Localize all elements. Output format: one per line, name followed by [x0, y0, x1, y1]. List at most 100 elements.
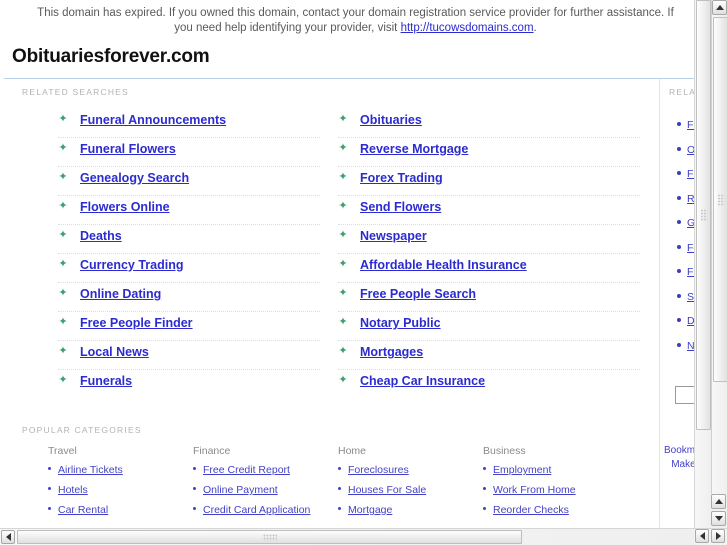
horizontal-scrollbar[interactable] — [0, 528, 727, 545]
related-search-row[interactable]: ✦ Free People Finder — [58, 312, 320, 341]
star-bullet-icon: ✦ — [58, 200, 68, 212]
related-search-link[interactable]: Reverse Mortgage — [360, 142, 468, 156]
related-search-link[interactable]: Cheap Car Insurance — [360, 374, 485, 388]
related-search-link[interactable]: Funeral Announcements — [80, 113, 226, 127]
related-search-row[interactable]: ✦ Free People Search — [338, 283, 640, 312]
related-search-row[interactable]: ✦ Forex Trading — [338, 167, 640, 196]
related-search-link[interactable]: Flowers Online — [80, 200, 170, 214]
related-search-link[interactable]: Forex Trading — [360, 171, 443, 185]
inner-frame-vertical-scrollbar[interactable] — [694, 0, 711, 528]
scroll-up-button-2[interactable] — [711, 494, 726, 509]
star-bullet-icon: ✦ — [338, 374, 348, 386]
related-search-link[interactable]: Online Dating — [80, 287, 161, 301]
related-search-link[interactable]: Mortgages — [360, 345, 423, 359]
related-search-link[interactable]: Genealogy Search — [80, 171, 189, 185]
scroll-right-button[interactable] — [711, 529, 725, 543]
star-bullet-icon: ✦ — [58, 171, 68, 183]
related-search-link[interactable]: Obituaries — [360, 113, 422, 127]
bullet-icon — [483, 507, 486, 510]
related-search-link[interactable]: Newspaper — [360, 229, 427, 243]
category-link[interactable]: Free Credit Report — [203, 464, 290, 476]
related-search-link[interactable]: Currency Trading — [80, 258, 184, 272]
related-search-link[interactable]: Send Flowers — [360, 200, 441, 214]
related-search-link[interactable]: Free People Search — [360, 287, 476, 301]
scroll-left-button[interactable] — [1, 530, 15, 544]
related-search-row[interactable]: ✦ Send Flowers — [338, 196, 640, 225]
related-search-row[interactable]: ✦ Affordable Health Insurance — [338, 254, 640, 283]
category-link[interactable]: Work From Home — [493, 484, 576, 496]
notice-text-before: This domain has expired. If you owned th… — [37, 7, 674, 34]
related-search-row[interactable]: ✦ Notary Public — [338, 312, 640, 341]
category-link[interactable]: Car Rental — [58, 504, 108, 516]
list-item[interactable]: Reorder Checks — [483, 501, 628, 521]
star-bullet-icon: ✦ — [338, 142, 348, 154]
related-search-row[interactable]: ✦ Genealogy Search — [58, 167, 320, 196]
category-link[interactable]: Foreclosures — [348, 464, 409, 476]
related-search-row[interactable]: ✦ Funeral Flowers — [58, 138, 320, 167]
list-item[interactable]: Credit Card Application — [193, 501, 338, 521]
bullet-icon — [677, 244, 681, 249]
related-searches-columns: ✦ Funeral Announcements ✦ Funeral Flowers … — [0, 97, 659, 399]
bullet-icon — [48, 507, 51, 510]
related-search-link[interactable]: Local News — [80, 345, 149, 359]
star-bullet-icon: ✦ — [338, 200, 348, 212]
chevron-up-icon — [714, 499, 723, 504]
tucows-domains-link[interactable]: http://tucowsdomains.com — [401, 22, 534, 34]
related-search-row[interactable]: ✦ Local News — [58, 341, 320, 370]
category-link[interactable]: Mortgage — [348, 504, 392, 516]
category-link[interactable]: Hotels — [58, 484, 88, 496]
scroll-up-button[interactable] — [712, 0, 727, 15]
related-search-row[interactable]: ✦ Currency Trading — [58, 254, 320, 283]
chevron-right-icon — [715, 532, 721, 540]
scrollbar-thumb[interactable] — [17, 530, 522, 544]
list-item[interactable]: Airline Tickets — [48, 461, 193, 481]
scrollbar-thumb[interactable] — [713, 17, 727, 382]
list-item[interactable]: Employment — [483, 461, 628, 481]
outer-vertical-scrollbar[interactable] — [711, 0, 727, 528]
category-link[interactable]: Credit Card Application — [203, 504, 310, 516]
category-link[interactable]: Online Payment — [203, 484, 278, 496]
list-item[interactable]: Foreclosures — [338, 461, 483, 481]
related-search-row[interactable]: ✦ Cheap Car Insurance — [338, 370, 640, 399]
list-item[interactable]: Work From Home — [483, 481, 628, 501]
list-item[interactable]: Mortgage — [338, 501, 483, 521]
list-item[interactable]: Hotels — [48, 481, 193, 501]
category-link[interactable]: Reorder Checks — [493, 504, 569, 516]
main-column: RELATED SEARCHES ✦ Funeral Announcements … — [0, 79, 660, 528]
category-link[interactable]: Airline Tickets — [58, 464, 123, 476]
related-search-row[interactable]: ✦ Reverse Mortgage — [338, 138, 640, 167]
list-item[interactable]: Online Payment — [193, 481, 338, 501]
category-link[interactable]: Houses For Sale — [348, 484, 426, 496]
category-finance: Finance Free Credit Report Online Paymen… — [193, 445, 338, 521]
related-search-row[interactable]: ✦ Online Dating — [58, 283, 320, 312]
related-search-row[interactable]: ✦ Mortgages — [338, 341, 640, 370]
scroll-down-button[interactable] — [711, 511, 726, 526]
list-item[interactable]: Car Rental — [48, 501, 193, 521]
category-link[interactable]: Employment — [493, 464, 551, 476]
list-item[interactable]: Free Credit Report — [193, 461, 338, 481]
page-title: Obituariesforever.com — [12, 46, 210, 67]
horizontal-scrollbar-inner[interactable] — [0, 529, 694, 545]
related-search-row[interactable]: ✦ Newspaper — [338, 225, 640, 254]
scrollbar-grip-icon — [700, 209, 707, 221]
related-search-link[interactable]: Free People Finder — [80, 316, 193, 330]
related-search-link[interactable]: Funeral Flowers — [80, 142, 176, 156]
bullet-icon — [483, 487, 486, 490]
related-search-row[interactable]: ✦ Funeral Announcements — [58, 109, 320, 138]
related-search-link[interactable]: Notary Public — [360, 316, 441, 330]
category-heading: Business — [483, 445, 526, 457]
scroll-left-button-2[interactable] — [695, 529, 709, 543]
related-search-row[interactable]: ✦ Obituaries — [338, 109, 640, 138]
scrollbar-thumb[interactable] — [696, 0, 711, 430]
related-search-row[interactable]: ✦ Funerals — [58, 370, 320, 399]
related-search-row[interactable]: ✦ Deaths — [58, 225, 320, 254]
bullet-icon — [677, 220, 681, 224]
related-search-link[interactable]: Deaths — [80, 229, 122, 243]
related-search-link[interactable]: Funerals — [80, 374, 132, 388]
category-heading: Finance — [193, 445, 231, 457]
list-item[interactable]: Houses For Sale — [338, 481, 483, 501]
related-search-link[interactable]: Affordable Health Insurance — [360, 258, 527, 272]
star-bullet-icon: ✦ — [58, 345, 68, 357]
related-search-row[interactable]: ✦ Flowers Online — [58, 196, 320, 225]
bullet-icon — [338, 467, 341, 470]
